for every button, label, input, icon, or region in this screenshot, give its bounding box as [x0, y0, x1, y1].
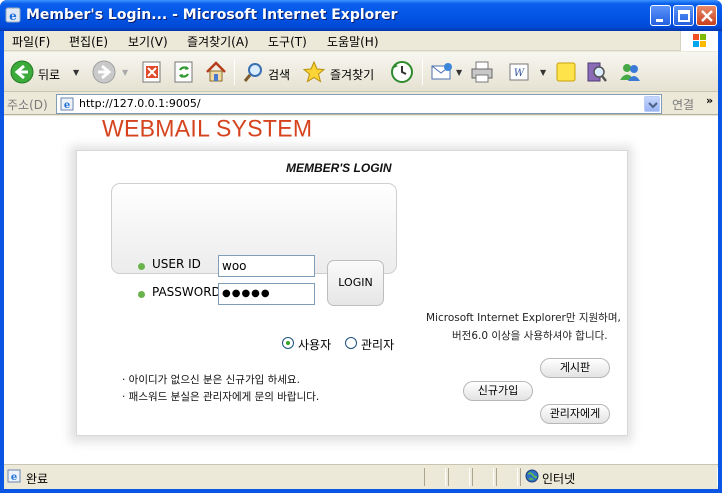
signup-button[interactable]: 신규가입 [463, 381, 533, 401]
window-title: Member's Login... - Microsoft Internet E… [26, 7, 398, 23]
title-bar[interactable]: e Member's Login... - Microsoft Internet… [0, 0, 722, 31]
browser-client: 파일(F) 편집(E) 보기(V) 즐겨찾기(A) 도구(T) 도움말(H) 뒤 [4, 31, 718, 489]
members-login-heading: MEMBER'S LOGIN [286, 161, 392, 175]
back-label[interactable]: 뒤로 [38, 66, 60, 83]
toolbar-overflow-chevron[interactable]: » [706, 94, 713, 107]
mail-icon[interactable] [430, 60, 454, 84]
status-bar: e 완료 인터넷 [4, 464, 718, 489]
address-url[interactable]: http://127.0.0.1:9005/ [79, 97, 201, 110]
menu-tools[interactable]: 도구(T) [268, 33, 307, 50]
password-input[interactable]: ●●●●● [218, 283, 315, 305]
toolbar-separator [234, 59, 235, 85]
close-button[interactable] [696, 5, 717, 26]
brand-title: WEBMAIL SYSTEM [102, 114, 313, 142]
svg-text:e: e [11, 472, 17, 483]
browser-support-note: Microsoft Internet Explorer만 지원하며, [426, 312, 621, 324]
password-label: PASSWORD [152, 285, 221, 299]
menu-favorites[interactable]: 즐겨찾기(A) [187, 33, 249, 50]
refresh-icon[interactable] [172, 60, 196, 84]
zone-text: 인터넷 [542, 472, 576, 486]
print-icon[interactable] [470, 60, 494, 84]
toolbar-separator [422, 59, 423, 85]
radio-admin[interactable] [345, 337, 357, 349]
address-bar: 주소(D) e http://127.0.0.1:9005/ 연결 » [4, 93, 718, 115]
status-cell [424, 468, 446, 486]
bullet-dot-icon [138, 263, 145, 270]
globe-icon [525, 469, 539, 483]
password-note: · 패스워드 분실은 관리자에게 문의 바랍니다. [122, 391, 320, 403]
status-cell [472, 468, 494, 486]
menu-bar: 파일(F) 편집(E) 보기(V) 즐겨찾기(A) 도구(T) 도움말(H) [4, 31, 718, 51]
toolbar: 뒤로 ▼ ▼ 검색 즐겨찾기 ▼ W ▼ [4, 52, 718, 92]
radio-admin-label[interactable]: 관리자 [361, 336, 394, 353]
browser-window: e Member's Login... - Microsoft Internet… [0, 0, 722, 493]
status-cell [448, 468, 470, 486]
favorites-star-icon[interactable] [302, 60, 326, 84]
stop-icon[interactable] [140, 60, 164, 84]
ie-icon: e [5, 7, 21, 23]
chevron-down-icon [648, 102, 658, 109]
bullet-dot-icon [138, 291, 145, 298]
page-icon: e [60, 97, 74, 111]
radio-user[interactable] [282, 337, 294, 349]
status-cell [496, 468, 518, 486]
forward-dropdown-icon[interactable]: ▼ [122, 68, 128, 77]
signup-note: · 아이디가 없으신 분은 신규가입 하세요. [122, 374, 300, 386]
address-label: 주소(D) [7, 98, 48, 112]
back-dropdown-icon[interactable]: ▼ [73, 68, 79, 77]
address-input[interactable]: e http://127.0.0.1:9005/ [56, 94, 662, 114]
address-dropdown-button[interactable] [644, 96, 660, 112]
forward-arrow-icon[interactable] [92, 60, 116, 84]
home-icon[interactable] [204, 60, 228, 84]
menu-help[interactable]: 도움말(H) [327, 33, 379, 50]
search-icon[interactable] [242, 60, 266, 84]
go-button[interactable]: 연결 [672, 96, 694, 113]
page-done-icon: e [7, 469, 21, 483]
radio-user-label[interactable]: 사용자 [298, 336, 331, 353]
favorites-label[interactable]: 즐겨찾기 [330, 66, 374, 83]
menu-edit[interactable]: 편집(E) [69, 33, 108, 50]
maximize-icon [678, 10, 690, 22]
minimize-button[interactable] [650, 5, 671, 26]
user-id-input[interactable] [218, 255, 315, 277]
status-text: 완료 [26, 472, 49, 486]
maximize-button[interactable] [673, 5, 694, 26]
history-icon[interactable] [390, 60, 414, 84]
back-arrow-icon[interactable] [10, 60, 34, 84]
search-label[interactable]: 검색 [268, 66, 290, 83]
svg-text:W: W [514, 68, 525, 79]
windows-logo-icon [680, 31, 718, 51]
research-icon[interactable] [584, 60, 608, 84]
user-id-label: USER ID [152, 257, 201, 271]
mail-dropdown-icon[interactable]: ▼ [456, 68, 462, 77]
discuss-icon[interactable] [554, 60, 578, 84]
close-icon [701, 10, 713, 22]
edit-dropdown-icon[interactable]: ▼ [540, 68, 546, 77]
contact-admin-button[interactable]: 관리자에게 [540, 404, 610, 424]
menu-view[interactable]: 보기(V) [128, 33, 168, 50]
menu-file[interactable]: 파일(F) [12, 33, 50, 50]
edit-word-icon[interactable]: W [508, 60, 532, 84]
board-button[interactable]: 게시판 [540, 358, 610, 378]
login-button[interactable]: LOGIN [327, 260, 384, 306]
svg-text:e: e [9, 9, 17, 23]
messenger-icon[interactable] [618, 60, 642, 84]
browser-version-note: 버전6.0 이상을 사용하셔야 합니다. [452, 330, 608, 342]
svg-text:e: e [64, 100, 70, 111]
minimize-icon [656, 19, 663, 22]
